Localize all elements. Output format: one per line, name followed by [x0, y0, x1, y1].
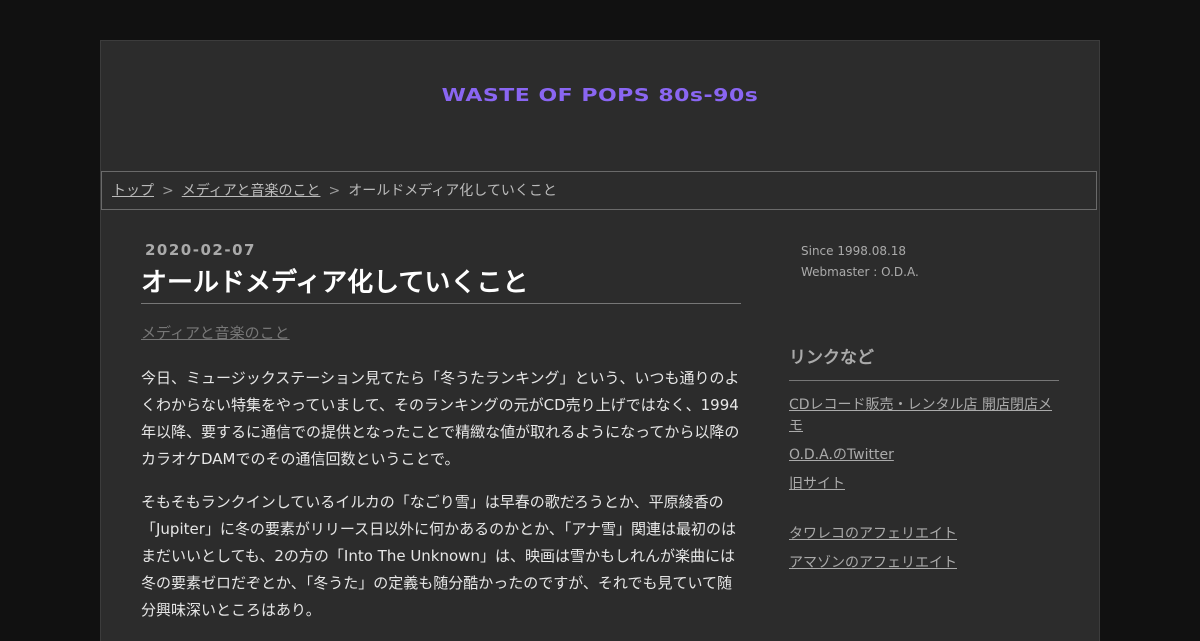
article-category: メディアと音楽のこと [141, 322, 741, 343]
article-title: オールドメディア化していくこと [141, 265, 741, 304]
link-cd-shop-memo[interactable]: CDレコード販売・レンタル店 開店閉店メモ [789, 395, 1059, 437]
breadcrumb-top-link[interactable]: トップ [112, 183, 154, 199]
page-container: WASTE OF POPS 80s-90s トップ > メディアと音楽のこと > オール… [100, 40, 1100, 641]
breadcrumb-separator: > [328, 183, 341, 199]
article: 2020-02-07 オールドメディア化していくこと メディアと音楽のこと 今日… [141, 241, 741, 640]
breadcrumb-current: オールドメディア化していくこと [348, 183, 557, 199]
sidebar: Since 1998.08.18 Webmaster : O.D.A. リンクな… [789, 241, 1059, 582]
breadcrumb: トップ > メディアと音楽のこと > オールドメディア化していくこと [101, 171, 1097, 210]
site-meta: Since 1998.08.18 Webmaster : O.D.A. [801, 241, 1059, 283]
article-body: 今日、ミュージックステーション見てたら「冬うたランキング」という、いつも通りのよ… [141, 365, 741, 624]
article-paragraph: 今日、ミュージックステーション見てたら「冬うたランキング」という、いつも通りのよ… [141, 369, 740, 468]
since-text: Since 1998.08.18 [801, 244, 907, 258]
breadcrumb-category-link[interactable]: メディアと音楽のこと [182, 183, 321, 199]
article-paragraph: そもそもランクインしているイルカの「なごり雪」は早春の歌だろうとか、平原綾香の「… [141, 493, 737, 619]
link-old-site[interactable]: 旧サイト [789, 474, 1059, 495]
webmaster-text: Webmaster : O.D.A. [801, 265, 919, 279]
link-tower-affiliate[interactable]: タワレコのアフェリエイト [789, 524, 1059, 545]
breadcrumb-separator: > [162, 183, 174, 199]
link-list: CDレコード販売・レンタル店 開店閉店メモ O.D.A.のTwitter 旧サイ… [789, 395, 1059, 574]
article-date: 2020-02-07 [145, 241, 256, 259]
site-title[interactable]: WASTE OF POPS 80s-90s [101, 85, 1099, 106]
link-amazon-affiliate[interactable]: アマゾンのアフェリエイト [789, 553, 1059, 574]
links-heading: リンクなど [789, 343, 1059, 381]
category-link[interactable]: メディアと音楽のこと [141, 324, 290, 342]
link-gap [789, 503, 1059, 524]
link-twitter[interactable]: O.D.A.のTwitter [789, 445, 1059, 466]
